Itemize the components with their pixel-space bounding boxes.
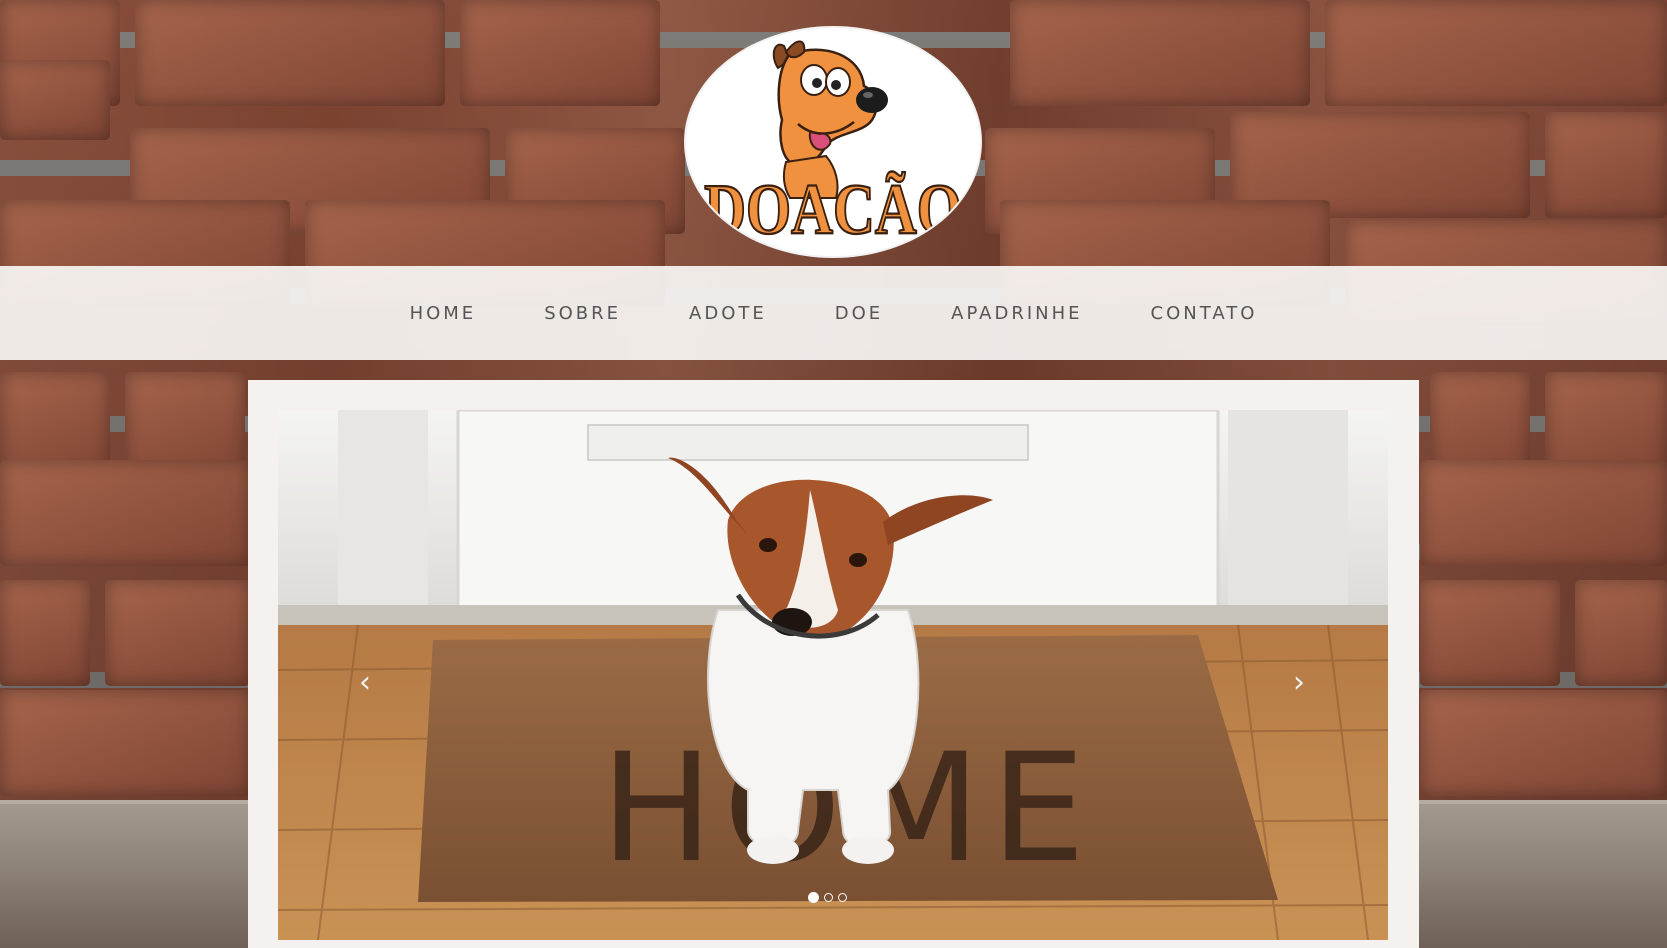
cartoon-dog-logo-icon: DOACÃO <box>688 30 978 254</box>
nav-item-contato[interactable]: CONTATO <box>1117 295 1292 332</box>
carousel-next-button[interactable]: › <box>1284 658 1314 708</box>
nav-item-doe[interactable]: DOE <box>801 295 917 332</box>
carousel-dot-2[interactable] <box>824 893 833 902</box>
nav-item-home[interactable]: HOME <box>376 295 511 332</box>
carousel-dot-1[interactable] <box>808 892 819 903</box>
carousel-indicators <box>808 892 847 903</box>
nav-item-sobre[interactable]: SOBRE <box>510 295 655 332</box>
site-logo[interactable]: DOACÃO <box>686 28 980 256</box>
page: DOACÃO HOME SOBRE ADOTE DOE APADRINHE CO… <box>0 0 1667 948</box>
carousel-dot-3[interactable] <box>838 893 847 902</box>
carousel-slide[interactable]: HOME <box>278 410 1388 940</box>
nav-item-apadrinhe[interactable]: APADRINHE <box>917 295 1116 332</box>
nav-item-adote[interactable]: ADOTE <box>655 295 801 332</box>
dog-on-doormat-photo: HOME <box>278 410 1388 940</box>
carousel-prev-button[interactable]: ‹ <box>350 658 380 708</box>
main-nav: HOME SOBRE ADOTE DOE APADRINHE CONTATO <box>0 266 1667 360</box>
